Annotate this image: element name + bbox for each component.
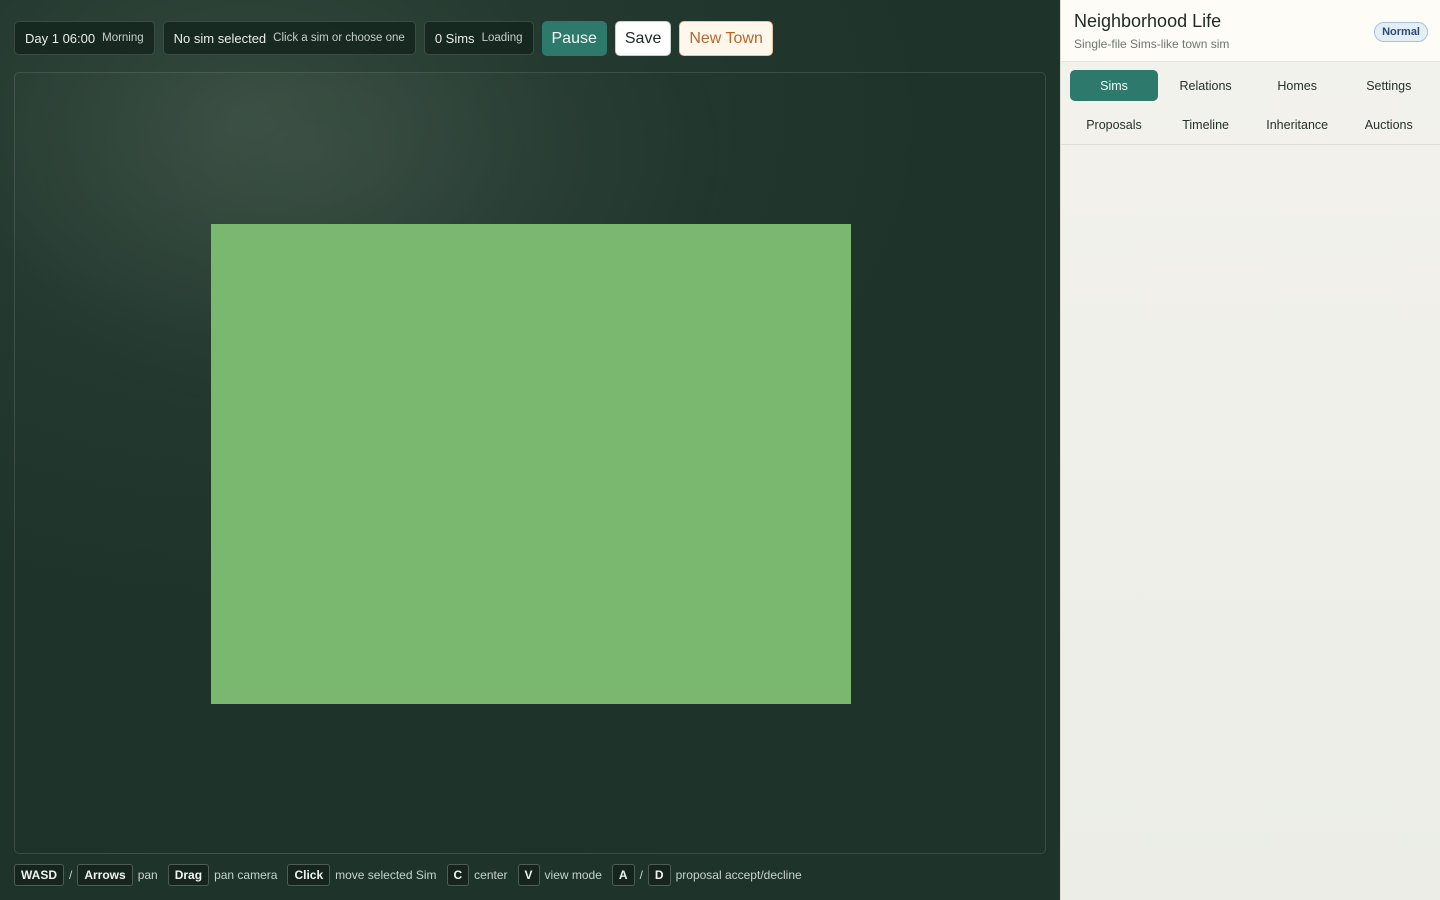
panel-tabs: Sims Relations Homes Settings Proposals … [1061, 62, 1440, 145]
tab-auctions[interactable]: Auctions [1345, 109, 1433, 140]
pause-button[interactable]: Pause [541, 21, 607, 56]
selected-sim-hint: Click a sim or choose one [273, 32, 405, 44]
sims-count: 0 Sims [434, 30, 475, 46]
hint-pan-camera: pan camera [214, 868, 278, 882]
tab-proposals[interactable]: Proposals [1070, 109, 1158, 140]
top-bar: Day 1 06:00 Morning No sim selected Clic… [14, 21, 773, 56]
panel-header: Neighborhood Life Single-file Sims-like … [1061, 0, 1440, 62]
clock-period: Morning [102, 32, 144, 44]
side-panel: Neighborhood Life Single-file Sims-like … [1060, 0, 1440, 900]
app-subtitle: Single-file Sims-like town sim [1074, 37, 1230, 51]
hint-proposal: proposal accept/decline [675, 868, 802, 882]
controls-hint-bar: WASD / Arrows pan Drag pan camera Click … [14, 864, 807, 886]
town-map-canvas[interactable] [211, 224, 851, 704]
key-d: D [647, 864, 671, 886]
tab-settings[interactable]: Settings [1345, 70, 1433, 101]
speed-badge: Normal [1374, 22, 1428, 42]
save-button[interactable]: Save [614, 21, 672, 56]
key-a: A [611, 864, 635, 886]
hint-center: center [474, 868, 508, 882]
clock-time: Day 1 06:00 [25, 30, 96, 46]
tab-sims[interactable]: Sims [1070, 70, 1158, 101]
clock-display: Day 1 06:00 Morning [14, 21, 155, 55]
key-v: V [517, 864, 540, 886]
hint-slash-2: / [639, 868, 643, 882]
hint-view-mode: view mode [544, 868, 602, 882]
selected-sim-label: No sim selected [173, 30, 267, 46]
tab-relations[interactable]: Relations [1162, 70, 1250, 101]
key-arrows: Arrows [77, 864, 133, 886]
sims-state: Loading [481, 32, 523, 44]
key-drag: Drag [167, 864, 210, 886]
hint-pan: pan [137, 868, 158, 882]
game-area: Day 1 06:00 Morning No sim selected Clic… [0, 0, 1060, 900]
tab-homes[interactable]: Homes [1253, 70, 1341, 101]
hint-slash: / [69, 868, 73, 882]
sims-count-display: 0 Sims Loading [423, 21, 534, 55]
hint-move-sim: move selected Sim [335, 868, 437, 882]
key-wasd: WASD [14, 864, 64, 886]
key-c: C [446, 864, 470, 886]
tab-timeline[interactable]: Timeline [1162, 109, 1250, 140]
new-town-button[interactable]: New Town [679, 21, 773, 56]
tab-inheritance[interactable]: Inheritance [1253, 109, 1341, 140]
world-viewport[interactable] [14, 72, 1046, 854]
selected-sim-display[interactable]: No sim selected Click a sim or choose on… [162, 21, 416, 55]
key-click: Click [287, 864, 331, 886]
